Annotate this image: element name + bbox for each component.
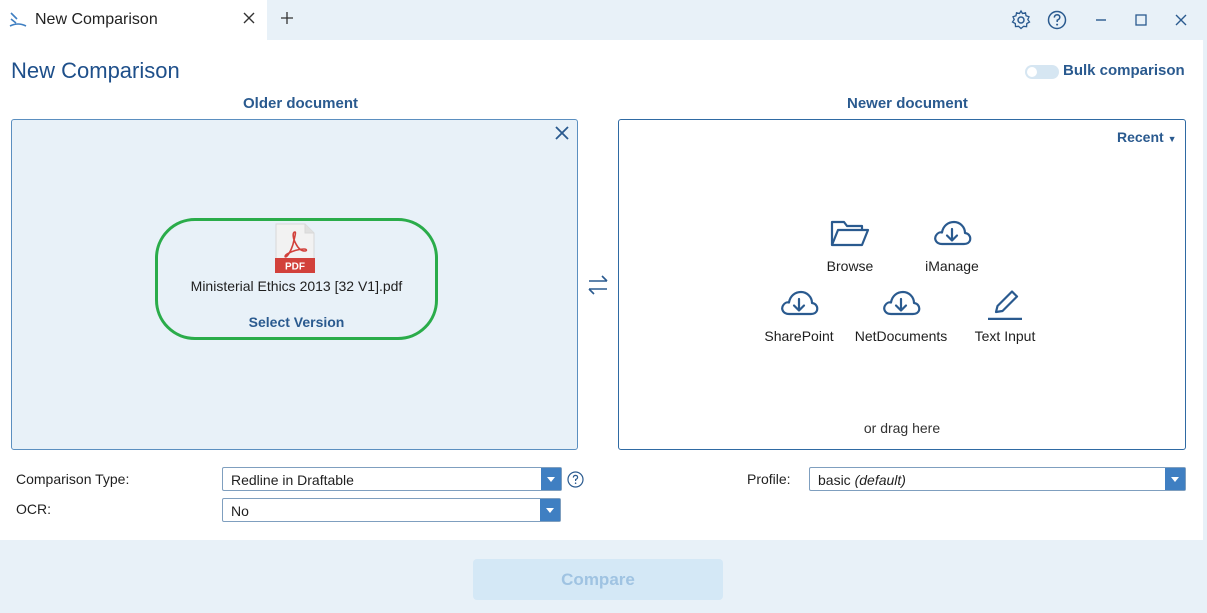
cloud-download-icon <box>883 290 921 316</box>
recent-label: Recent <box>1117 129 1164 145</box>
close-window-icon[interactable] <box>1170 9 1192 31</box>
profile-select[interactable]: basic (default) <box>809 467 1186 491</box>
sharepoint-source[interactable]: SharePoint <box>763 288 835 344</box>
profile-default-tag: (default) <box>854 472 906 488</box>
browse-source[interactable]: Browse <box>820 218 880 274</box>
select-version-link[interactable]: Select Version <box>155 314 438 330</box>
cloud-download-icon <box>781 290 819 316</box>
compare-button[interactable]: Compare <box>473 559 723 600</box>
profile-value: basic <box>818 472 855 488</box>
help-icon[interactable] <box>1046 9 1068 31</box>
bulk-comparison-label[interactable]: Bulk comparison <box>1063 62 1185 79</box>
bulk-comparison-toggle[interactable] <box>1025 65 1059 79</box>
browse-label: Browse <box>826 258 874 274</box>
caret-down-icon: ▼ <box>1167 134 1177 144</box>
imanage-label: iManage <box>925 258 979 274</box>
text-input-label: Text Input <box>974 328 1036 344</box>
pdf-file-icon: PDF <box>275 223 315 273</box>
remove-older-document-icon[interactable] <box>553 124 571 142</box>
comparison-type-select[interactable]: Redline in Draftable <box>222 467 562 491</box>
comparison-type-value: Redline in Draftable <box>231 472 354 488</box>
profile-label: Profile: <box>747 471 791 487</box>
title-bar: New Comparison <box>0 0 1207 40</box>
newer-document-panel[interactable] <box>618 119 1186 450</box>
ocr-label: OCR: <box>16 501 51 517</box>
dropdown-arrow-icon[interactable] <box>1165 468 1185 490</box>
comparison-type-label: Comparison Type: <box>16 471 130 487</box>
drag-here-hint: or drag here <box>863 420 941 436</box>
dropdown-arrow-icon[interactable] <box>541 468 561 490</box>
text-input-source[interactable]: Text Input <box>968 288 1042 344</box>
older-file-name: Ministerial Ethics 2013 [32 V1].pdf <box>190 278 403 294</box>
ocr-value: No <box>231 503 249 519</box>
window-border <box>1203 40 1207 613</box>
older-document-heading: Older document <box>243 95 359 112</box>
comparison-type-help-icon[interactable] <box>567 471 584 488</box>
ocr-select[interactable]: No <box>222 498 561 522</box>
maximize-icon[interactable] <box>1130 9 1152 31</box>
folder-open-icon <box>830 220 870 247</box>
dropdown-arrow-icon[interactable] <box>540 499 560 521</box>
pdf-badge-text: PDF <box>285 262 305 273</box>
tab-title: New Comparison <box>35 11 158 28</box>
settings-gear-icon[interactable] <box>1010 9 1032 31</box>
pen-edit-icon <box>988 290 1022 320</box>
netdocuments-source[interactable]: NetDocuments <box>853 288 949 344</box>
add-tab-icon[interactable] <box>278 9 296 27</box>
close-tab-icon[interactable] <box>240 9 258 27</box>
recent-dropdown[interactable]: Recent ▼ <box>1117 129 1177 145</box>
imanage-source[interactable]: iManage <box>917 218 987 274</box>
tab-new-comparison[interactable]: New Comparison <box>0 0 267 40</box>
minimize-icon[interactable] <box>1090 9 1112 31</box>
netdocuments-label: NetDocuments <box>854 328 948 344</box>
app-logo-icon <box>9 12 27 27</box>
sharepoint-label: SharePoint <box>764 328 834 344</box>
page-title: New Comparison <box>11 58 180 83</box>
swap-documents-icon[interactable] <box>586 272 610 298</box>
newer-document-heading: Newer document <box>847 95 968 112</box>
cloud-download-icon <box>934 220 972 246</box>
